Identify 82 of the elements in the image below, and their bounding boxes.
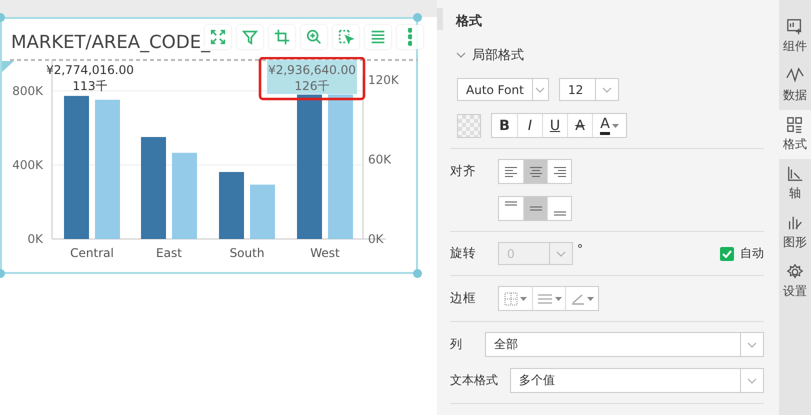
font-family-select[interactable]: Auto Font — [457, 78, 549, 101]
shape-icon — [786, 214, 804, 232]
resize-handle[interactable] — [413, 13, 422, 22]
chart-title: MARKET/AREA_CODE_ — [11, 31, 210, 55]
align-middle-button[interactable] — [523, 197, 547, 220]
text-format-select[interactable]: 多个值 — [510, 368, 764, 393]
caret-icon — [520, 296, 527, 300]
caret-icon — [554, 296, 562, 300]
font-size-select[interactable]: 12 — [559, 78, 619, 101]
section-header[interactable]: 局部格式 — [456, 46, 764, 64]
degree-unit: ° — [577, 242, 583, 256]
list-button[interactable] — [365, 25, 391, 49]
align-center-button[interactable] — [523, 160, 547, 183]
align-center-icon — [528, 166, 544, 178]
filter-icon — [241, 28, 259, 46]
data-label: 113千 — [72, 79, 108, 93]
side-tab[interactable]: 数据 — [779, 61, 811, 110]
fill-color-button[interactable] — [457, 114, 481, 138]
border-grid-icon — [504, 292, 518, 306]
fullscreen-icon — [209, 28, 227, 46]
chevron-icon — [456, 52, 466, 58]
axis-label: 800K — [12, 84, 43, 98]
bar[interactable] — [328, 94, 353, 239]
more-icon — [408, 28, 412, 46]
pen-icon — [570, 292, 584, 304]
checkbox-label: 自动 — [740, 245, 764, 262]
line-style-icon — [536, 294, 552, 304]
filter-button[interactable] — [237, 25, 263, 49]
align-bottom-icon — [554, 211, 566, 216]
category-label: South — [230, 246, 264, 260]
data-label: ¥2,774,016.00 — [46, 63, 134, 77]
select-icon — [337, 28, 355, 46]
data-label: ¥2,936,640.00 — [268, 63, 356, 77]
category-label: West — [310, 246, 340, 260]
data-icon — [786, 67, 804, 85]
axis-label: 0K — [368, 232, 384, 246]
list-icon — [369, 28, 387, 46]
chevron-down-icon — [747, 342, 757, 348]
field-label: 边框 — [450, 290, 477, 307]
category-label: Central — [70, 246, 114, 260]
corner-marker — [2, 61, 14, 72]
field-label: 对齐 — [450, 163, 477, 180]
format-icon — [786, 116, 804, 134]
category-label: East — [156, 246, 182, 260]
side-tab[interactable]: 组件 — [779, 12, 811, 61]
component-icon — [786, 18, 804, 36]
chevron-down-icon — [602, 86, 612, 92]
check-icon — [722, 250, 732, 258]
chevron-down-icon — [535, 86, 546, 92]
column-select[interactable]: 全部 — [485, 332, 764, 357]
panel-title: 格式 — [456, 13, 483, 30]
crop-button[interactable] — [269, 25, 295, 49]
field-label: 列 — [450, 336, 463, 353]
axis-label: 60K — [368, 152, 392, 166]
side-tab[interactable]: 图形 — [779, 208, 811, 257]
caret-icon — [612, 124, 619, 128]
zoom-in-button[interactable] — [301, 25, 327, 49]
resize-handle[interactable] — [413, 269, 422, 278]
axis-label: 120K — [368, 72, 399, 87]
zoom-in-icon — [305, 28, 323, 46]
crop-icon — [273, 28, 291, 46]
data-label: 126千 — [294, 79, 330, 93]
collapse-handle[interactable] — [437, 8, 443, 30]
side-tab[interactable]: 设置 — [779, 257, 811, 306]
select-button[interactable] — [333, 25, 359, 49]
axis-icon — [786, 165, 804, 183]
side-tab[interactable]: 轴 — [779, 159, 811, 208]
axis-label: 400K — [12, 158, 43, 172]
settings-icon — [786, 263, 804, 281]
more-button[interactable] — [397, 25, 423, 49]
align-left-icon — [503, 166, 519, 178]
field-label: 旋转 — [450, 245, 477, 262]
align-middle-icon — [530, 206, 542, 211]
line-style-button[interactable] — [532, 287, 565, 310]
axis-label: 0K — [27, 232, 43, 246]
chevron-down-icon — [747, 378, 757, 384]
side-tab[interactable]: 格式 — [779, 110, 811, 159]
align-top-icon — [505, 201, 517, 206]
caret-icon — [586, 296, 594, 300]
align-right-icon — [552, 166, 568, 178]
chevron-down-icon — [556, 250, 566, 256]
field-label: 文本格式 — [450, 372, 499, 389]
